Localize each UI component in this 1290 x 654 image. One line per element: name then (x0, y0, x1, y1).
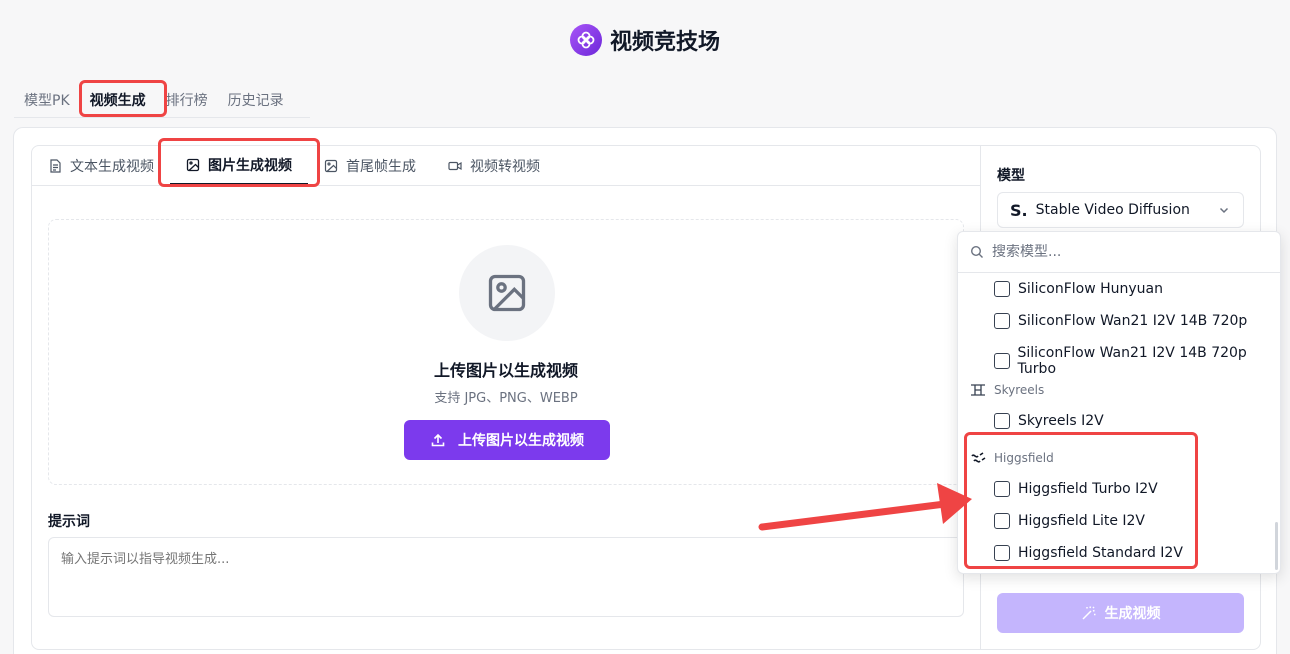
skyreels-logo-icon (971, 384, 985, 396)
tab-leaderboard[interactable]: 排行榜 (156, 80, 218, 117)
chevron-down-icon (1219, 207, 1229, 214)
model-option[interactable]: Skyreels I2V (994, 413, 1104, 429)
option-label: Higgsfield Turbo I2V (1018, 481, 1158, 497)
tab-image-to-video[interactable]: 图片生成视频 (170, 146, 308, 185)
option-label: Higgsfield Lite I2V (1018, 513, 1145, 529)
document-icon (50, 158, 61, 173)
group-header-skyreels: Skyreels (970, 383, 1044, 397)
upload-icon (431, 433, 445, 447)
upload-dropzone[interactable]: 上传图片以生成视频 支持 JPG、PNG、WEBP 上传图片以生成视频 (48, 219, 964, 485)
generation-panel: 文本生成视频 图片生成视频 首尾帧生成 视频转视频 上传图片以生成视频 支持 J… (31, 145, 981, 650)
sub-tabs: 文本生成视频 图片生成视频 首尾帧生成 视频转视频 (32, 146, 980, 186)
tab-label: 首尾帧生成 (346, 158, 416, 175)
model-option[interactable]: SiliconFlow Wan21 I2V 14B 720p Turbo (994, 345, 1280, 377)
model-option[interactable]: Higgsfield Standard I2V (994, 545, 1183, 561)
tab-label: 文本生成视频 (70, 158, 154, 175)
option-label: Skyreels I2V (1018, 413, 1104, 429)
video-icon (448, 161, 462, 170)
tab-model-pk[interactable]: 模型PK (14, 80, 80, 117)
tab-label: 视频转视频 (470, 158, 540, 175)
prompt-label: 提示词 (48, 514, 90, 530)
model-search-input[interactable] (992, 244, 1252, 260)
generate-video-button[interactable]: 生成视频 (997, 593, 1244, 633)
tab-label: 图片生成视频 (208, 157, 292, 174)
group-label: Skyreels (994, 383, 1045, 397)
upload-image-icon (459, 245, 555, 341)
checkbox[interactable] (994, 545, 1010, 561)
option-label: Higgsfield Standard I2V (1018, 545, 1183, 561)
model-option[interactable]: Higgsfield Lite I2V (994, 513, 1145, 529)
option-label: SiliconFlow Wan21 I2V 14B 720p Turbo (1017, 345, 1247, 377)
tab-video-generation[interactable]: 视频生成 (80, 80, 156, 117)
stability-logo-icon: S. (1010, 200, 1028, 220)
checkbox[interactable] (994, 481, 1010, 497)
model-search-row (958, 232, 1280, 273)
top-tabs: 模型PK 视频生成 排行榜 历史记录 (14, 80, 310, 118)
upload-button-label: 上传图片以生成视频 (458, 433, 584, 449)
image-icon (186, 158, 200, 171)
tab-video-to-video[interactable]: 视频转视频 (432, 146, 556, 185)
model-option[interactable]: SiliconFlow Hunyuan (994, 281, 1163, 297)
dropdown-scrollbar[interactable] (1275, 522, 1278, 570)
model-option[interactable]: SiliconFlow Wan21 I2V 14B 720p (994, 313, 1247, 329)
model-selected-value: Stable Video Diffusion (1035, 202, 1190, 218)
checkbox[interactable] (994, 281, 1010, 297)
option-label: SiliconFlow Hunyuan (1018, 281, 1163, 297)
model-dropdown: SiliconFlow Hunyuan SiliconFlow Wan21 I2… (957, 231, 1281, 574)
checkbox[interactable] (994, 413, 1010, 429)
image-icon (324, 159, 338, 172)
tab-history[interactable]: 历史记录 (218, 80, 294, 117)
checkbox[interactable] (994, 313, 1010, 329)
checkbox[interactable] (994, 513, 1010, 529)
option-label: SiliconFlow Wan21 I2V 14B 720p (1018, 313, 1248, 329)
group-header-higgsfield: Higgsfield (970, 451, 1054, 465)
model-label: 模型 (997, 168, 1025, 184)
model-option[interactable]: Higgsfield Turbo I2V (994, 481, 1158, 497)
prompt-input[interactable] (48, 537, 964, 617)
group-label: Higgsfield (994, 451, 1054, 465)
upload-title: 上传图片以生成视频 (433, 361, 578, 380)
upload-button[interactable]: 上传图片以生成视频 (404, 420, 610, 460)
upload-hint: 支持 JPG、PNG、WEBP (434, 391, 578, 406)
app-logo-icon (569, 24, 602, 56)
app-header: 视频竞技场 (0, 24, 1290, 56)
app-title: 视频竞技场 (609, 30, 720, 55)
magic-wand-icon (1081, 606, 1095, 620)
checkbox[interactable] (994, 353, 1010, 369)
model-select[interactable]: S. Stable Video Diffusion (997, 192, 1244, 228)
search-icon (970, 245, 983, 258)
generate-button-label: 生成视频 (1104, 606, 1161, 622)
higgsfield-logo-icon (971, 452, 986, 463)
tab-first-last-frame[interactable]: 首尾帧生成 (308, 146, 432, 185)
tab-text-to-video[interactable]: 文本生成视频 (32, 146, 170, 185)
